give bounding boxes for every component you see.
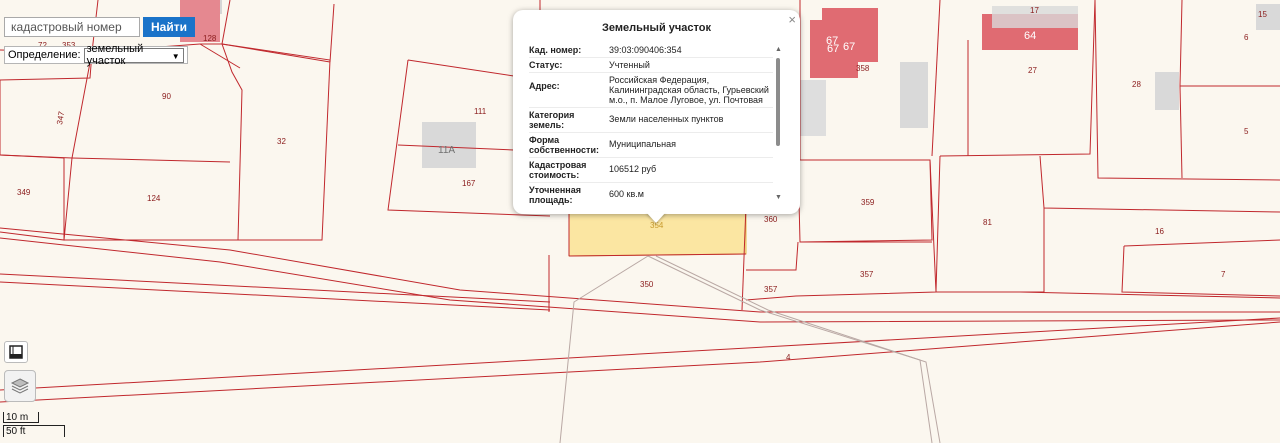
popup-title: Земельный участок — [602, 22, 711, 34]
parcel-label: 350 — [640, 280, 654, 289]
parcel-label: 27 — [1028, 66, 1037, 75]
parcel-label: 28 — [1132, 80, 1141, 89]
attribute-key: Статус: — [529, 60, 563, 70]
attribute-key: Форма собственности: — [529, 135, 599, 155]
attribute-row: Уточненная площадь: 600 кв.м — [529, 183, 773, 207]
attribute-key: Кад. номер: — [529, 45, 582, 55]
parcel-label: 124 — [147, 194, 161, 203]
parcel-label: 5 — [1244, 127, 1249, 136]
parcel-label: 357 — [860, 270, 874, 279]
definition-select-value: земельный участок — [86, 43, 144, 67]
attribute-value: 600 кв.м — [609, 189, 644, 199]
parcel-label: 90 — [162, 92, 171, 101]
attribute-key: Адрес: — [529, 81, 560, 91]
parcel-label: 81 — [983, 218, 992, 227]
measure-button[interactable] — [4, 341, 28, 363]
parcel-info-popup: Земельный участок × Кад. номер: 39:03:090… — [513, 10, 800, 214]
scroll-thumb[interactable] — [776, 58, 780, 146]
parcel-label: 111 — [474, 107, 487, 116]
parcel-label: 349 — [17, 188, 31, 197]
building — [900, 62, 928, 128]
parcel-label: 128 — [203, 34, 217, 43]
attribute-key: Кадастровая стоимость: — [529, 160, 587, 180]
attribute-value: Учтенный — [609, 60, 650, 70]
building — [800, 80, 826, 136]
attribute-value: 106512 руб — [609, 164, 657, 174]
attribute-row: Кад. номер: 39:03:090406:354 — [529, 43, 773, 58]
parcel-label: 357 — [764, 285, 778, 294]
building-label: 67 — [843, 41, 855, 53]
attribute-row: Кадастровая стоимость: 106512 руб — [529, 158, 773, 183]
parcel-label: 347 — [55, 110, 66, 125]
attribute-value: Муниципальная — [609, 139, 676, 149]
building-label: 15 — [1258, 10, 1267, 19]
parcel-label: 4 — [786, 353, 791, 362]
building-label: 11А — [438, 145, 455, 156]
attribute-row: Адрес: Российская Федерация, Калининградс… — [529, 73, 773, 108]
attribute-row: Категория земель: Земли населенных пункто… — [529, 108, 773, 133]
close-icon[interactable]: × — [788, 12, 796, 27]
attribute-value: 39:03:090406:354 — [609, 45, 682, 55]
attribute-row: Форма собственности: Муниципальная — [529, 133, 773, 158]
building — [1155, 72, 1179, 110]
parcel-label: 32 — [277, 137, 286, 146]
attribute-value: Земли населенных пунктов — [609, 114, 724, 124]
popup-scrollbar[interactable]: ▲ ▼ — [775, 46, 782, 202]
find-button[interactable]: Найти — [143, 17, 195, 37]
definition-selector: Определение: земельный участок ▼ — [4, 43, 188, 67]
parcel-label: 7 — [1221, 270, 1226, 279]
building-label: 67 — [827, 43, 839, 55]
parcel-label: 358 — [856, 64, 870, 73]
scroll-up-icon[interactable]: ▲ — [775, 46, 782, 53]
attribute-value: Российская Федерация, Калининградская об… — [609, 75, 769, 105]
attribute-row: Статус: Учтенный — [529, 58, 773, 73]
definition-select[interactable]: земельный участок ▼ — [83, 43, 184, 67]
attribute-key: Уточненная площадь: — [529, 185, 581, 205]
definition-label: Определение: — [8, 49, 81, 61]
scale-bar-metric: 10 m — [3, 412, 39, 423]
scale-bar-imperial: 50 ft — [3, 425, 65, 437]
chevron-down-icon: ▼ — [171, 51, 180, 61]
parcel-attributes: Кад. номер: 39:03:090406:354 Статус: Учтен… — [529, 43, 773, 207]
popup-pointer — [646, 212, 666, 223]
layers-icon — [10, 378, 30, 394]
parcel-label: 359 — [861, 198, 875, 207]
attribute-key: Категория земель: — [529, 110, 575, 130]
building-label: 17 — [1030, 6, 1039, 15]
parcel-label: 6 — [1244, 33, 1249, 42]
parcel-label: 167 — [462, 179, 476, 188]
cadastral-search-input[interactable] — [4, 17, 140, 37]
ruler-icon — [9, 345, 23, 359]
layers-button[interactable] — [4, 370, 36, 402]
building-label: 64 — [1024, 30, 1036, 42]
parcel-label: 360 — [764, 215, 778, 224]
paths — [559, 255, 941, 443]
parcel-label: 16 — [1155, 227, 1164, 236]
scroll-down-icon[interactable]: ▼ — [775, 194, 782, 201]
